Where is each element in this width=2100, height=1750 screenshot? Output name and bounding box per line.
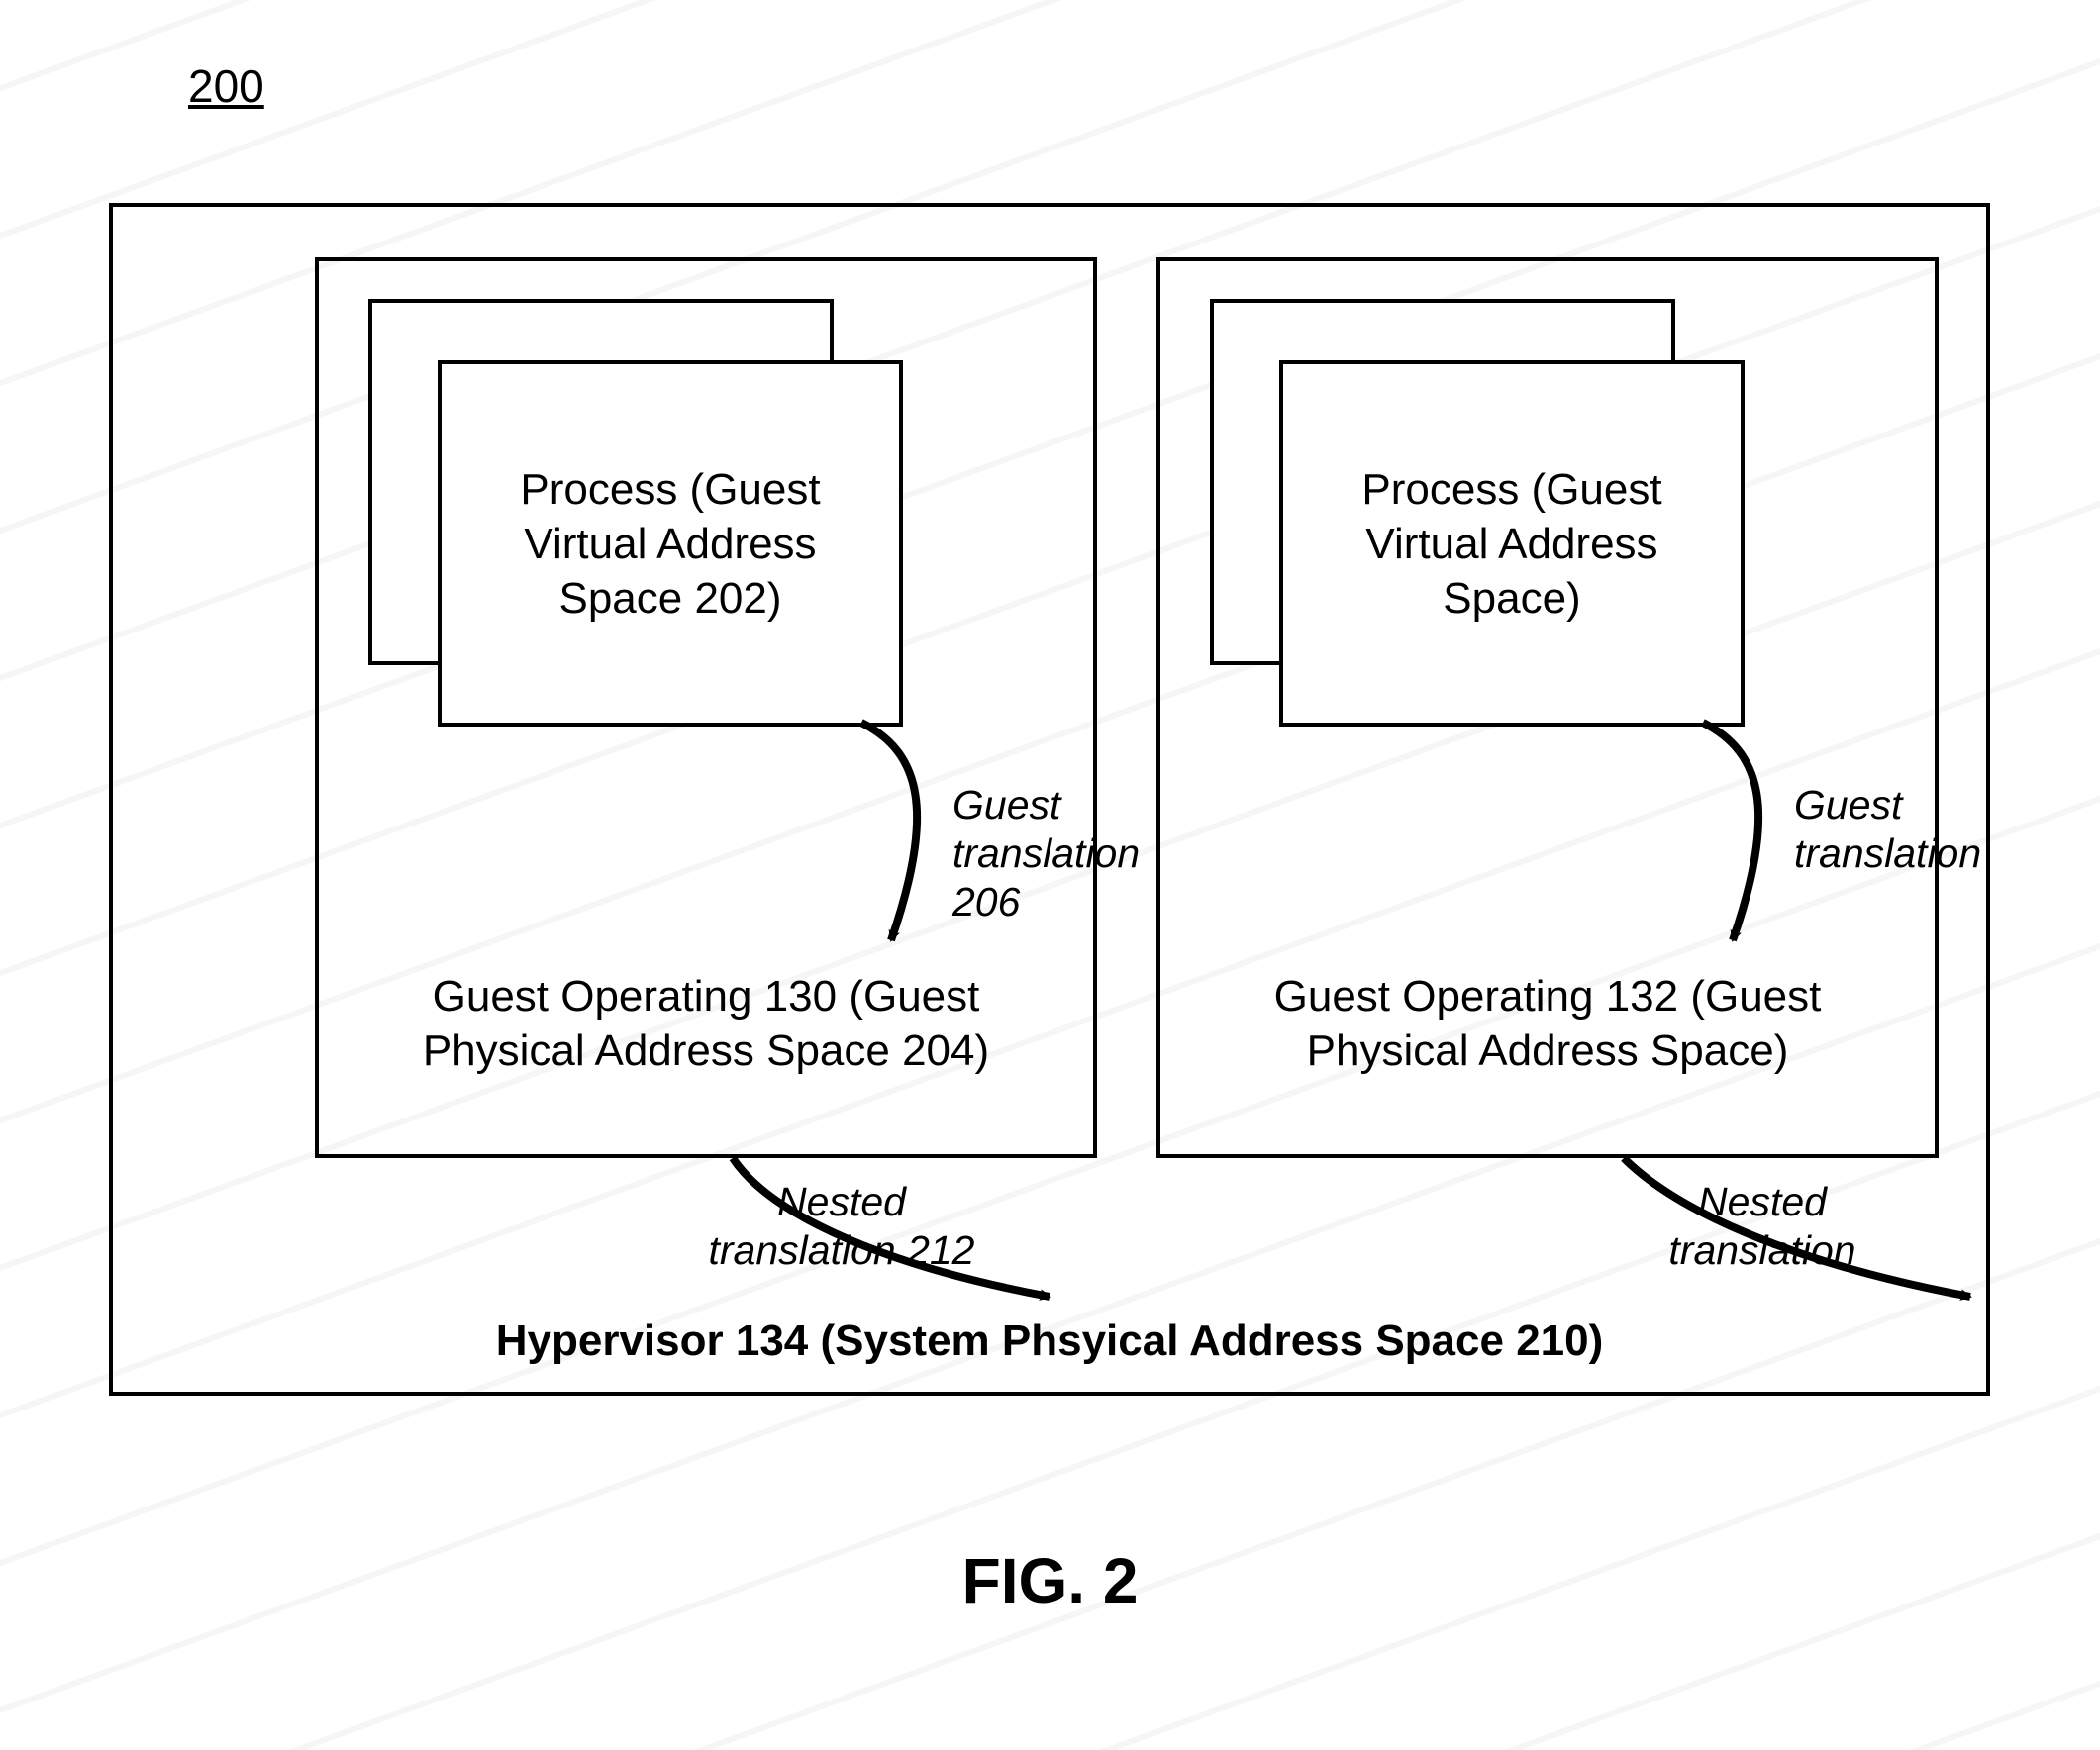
figure-caption: FIG. 2: [0, 1544, 2100, 1617]
figure-canvas: 200 Process (Guest Virtual Address Space…: [0, 0, 2100, 1750]
nested-translation-label-left: Nested translation 212: [693, 1178, 990, 1275]
process-label-right: Process (Guest Virtual Address Space): [1307, 462, 1717, 626]
guest-os-label-left: Guest Operating 130 (Guest Physical Addr…: [398, 969, 1014, 1078]
figure-reference-number: 200: [188, 59, 264, 113]
guest-os-box-right: Process (Guest Virtual Address Space) Gu…: [1156, 257, 1939, 1158]
process-label-left: Process (Guest Virtual Address Space 202…: [465, 462, 875, 626]
nested-translation-label-right: Nested translation: [1614, 1178, 1911, 1275]
guest-os-box-left: Process (Guest Virtual Address Space 202…: [315, 257, 1097, 1158]
hypervisor-label: Hypervisor 134 (System Phsyical Address …: [109, 1316, 1990, 1366]
guest-os-label-right: Guest Operating 132 (Guest Physical Addr…: [1240, 969, 1855, 1078]
process-box-front-right: Process (Guest Virtual Address Space): [1279, 360, 1745, 727]
process-box-front-left: Process (Guest Virtual Address Space 202…: [438, 360, 903, 727]
guest-translation-label-right: Guest translation: [1794, 781, 2051, 878]
